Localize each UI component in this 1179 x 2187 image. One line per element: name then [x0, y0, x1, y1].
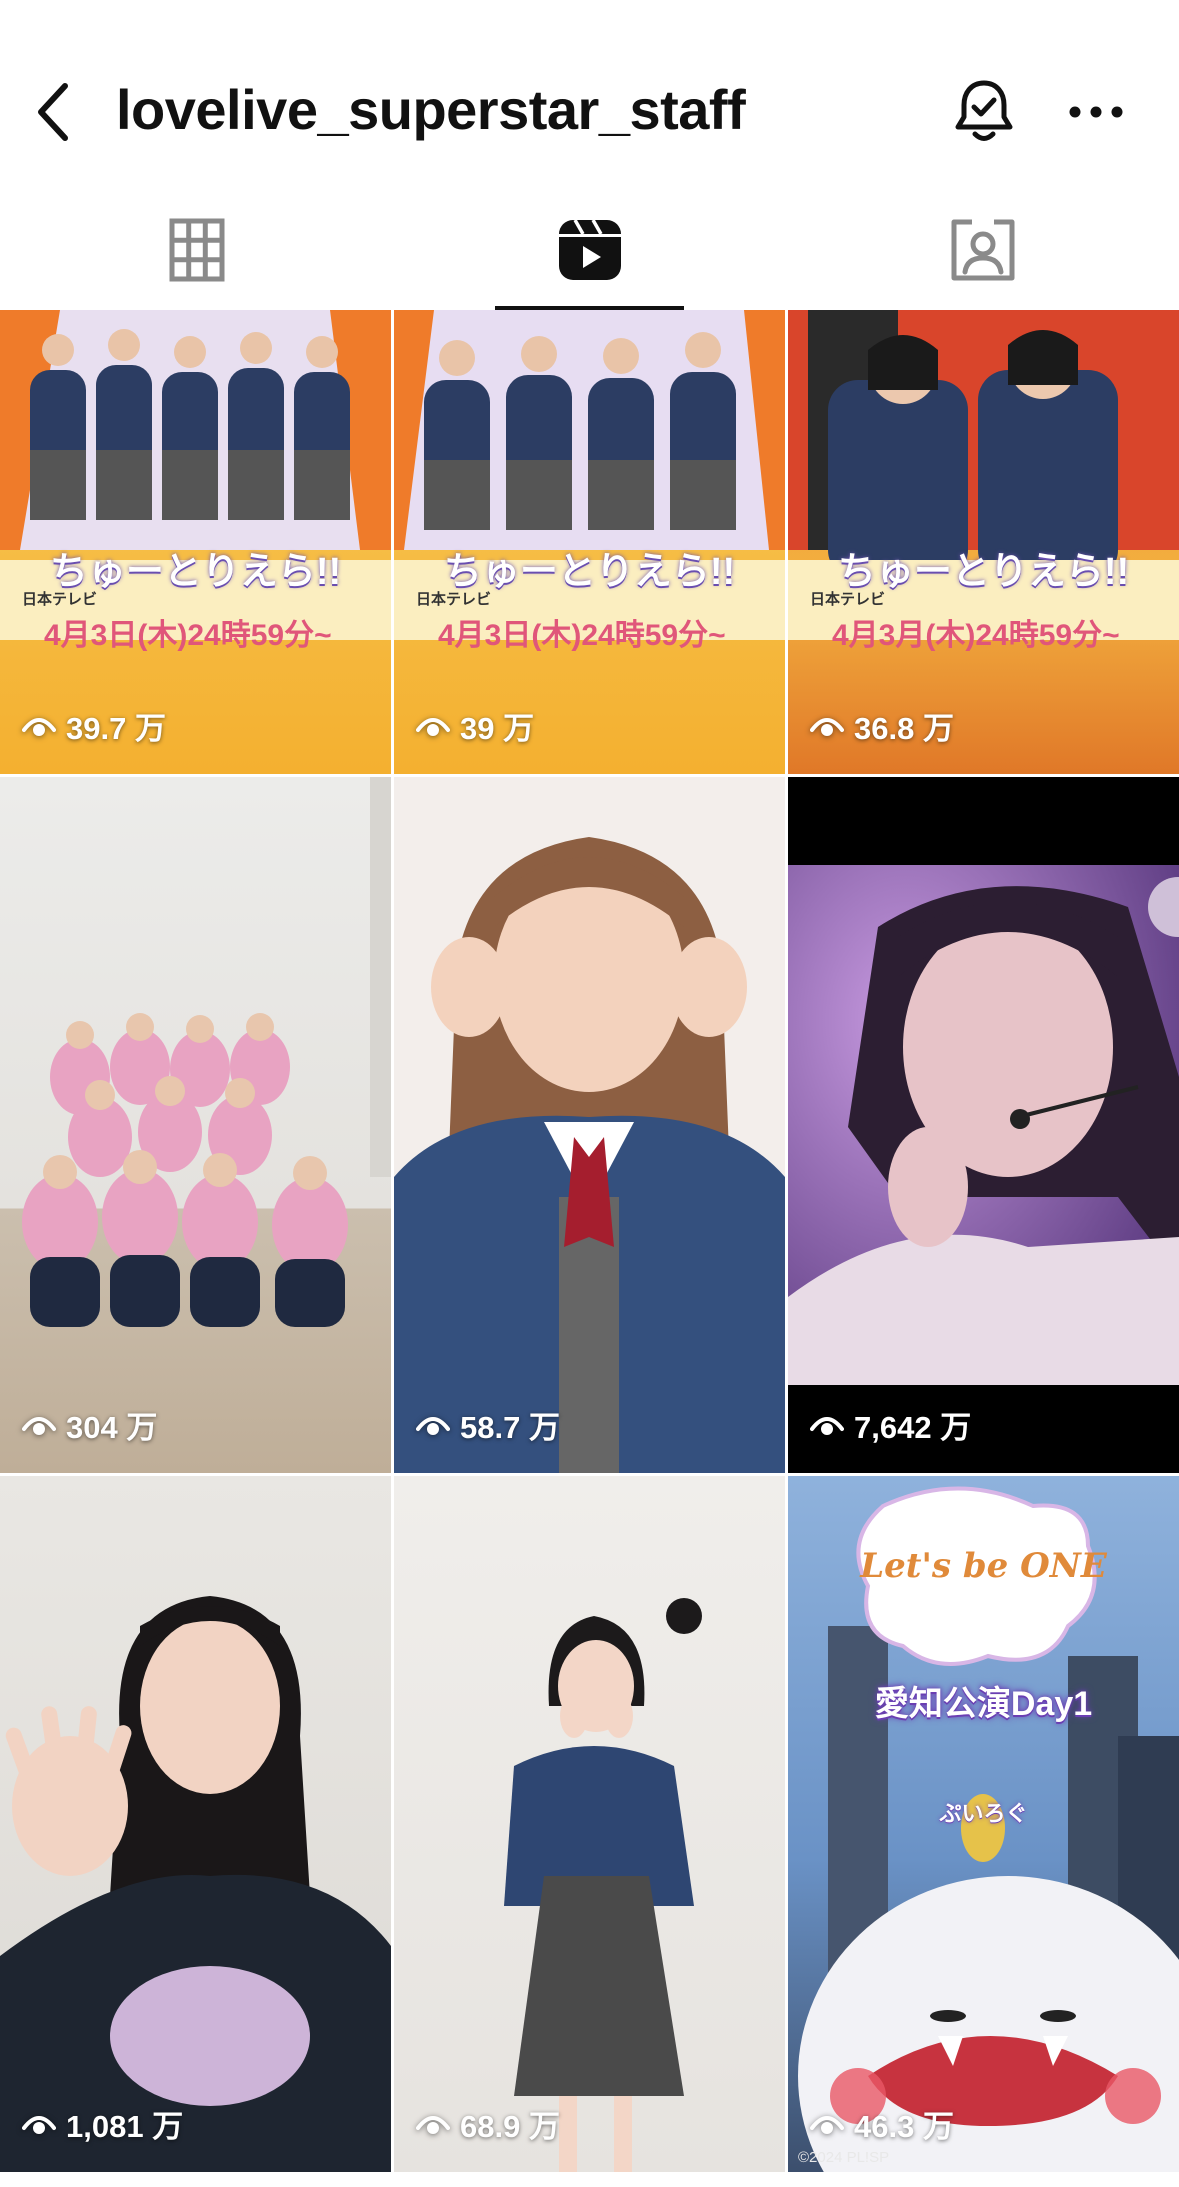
profile-username: lovelive_superstar_staff	[116, 78, 746, 141]
view-count-text: 46.3 万	[854, 2109, 954, 2144]
eye-icon	[22, 1416, 56, 1435]
tour-logo: Let's be ONE	[860, 1546, 1107, 1586]
reel-tile[interactable]: ちゅーとりえら!! 日本テレビ 4月3日(木)24時59分~ 39 万	[394, 310, 785, 774]
view-count-text: 39.7 万	[66, 711, 166, 746]
eye-icon	[810, 1416, 844, 1435]
view-count-text: 7,642 万	[854, 1410, 972, 1445]
eye-icon	[416, 2115, 450, 2134]
reel-tile[interactable]: 304 万	[0, 777, 391, 1473]
profile-header: lovelive_superstar_staff	[0, 0, 1179, 190]
air-date-text: 4月3月(木)24時59分~	[832, 619, 1120, 652]
broadcaster-label: 日本テレビ	[810, 591, 886, 608]
eye-icon	[810, 2115, 844, 2134]
view-count: 46.3 万	[810, 2101, 954, 2146]
broadcaster-label: 日本テレビ	[416, 591, 492, 608]
show-logo: ちゅーとりえら!!	[49, 551, 342, 593]
reel-tile[interactable]: Let's be ONE 愛知公演Day1 ぷいろぐ ©2024 PL!SP 4…	[788, 1476, 1179, 2172]
reel-thumbnail: Let's be ONE 愛知公演Day1 ぷいろぐ ©2024 PL!SP	[788, 1476, 1179, 2172]
air-date-text: 4月3日(木)24時59分~	[438, 619, 726, 652]
reel-thumbnail	[788, 777, 1179, 1473]
chevron-left-icon	[38, 83, 68, 141]
tab-reels[interactable]	[393, 190, 786, 310]
tab-tagged[interactable]	[786, 190, 1179, 310]
view-count-text: 304 万	[66, 1410, 158, 1445]
view-count: 58.7 万	[416, 1402, 560, 1447]
reel-tile[interactable]: 58.7 万	[394, 777, 785, 1473]
eye-icon	[416, 717, 450, 736]
view-count: 304 万	[22, 1402, 157, 1447]
reel-thumbnail	[0, 777, 391, 1473]
view-count: 68.9 万	[416, 2101, 560, 2146]
reel-tile[interactable]: ちゅーとりえら!! 日本テレビ 4月3月(木)24時59分~ 36.8 万	[788, 310, 1179, 774]
reel-sub-caption: ぷいろぐ	[939, 1801, 1028, 1826]
view-count: 39 万	[416, 703, 534, 748]
reel-tile[interactable]: ちゅーとりえら!! 日本テレビ 4月3日(木)24時59分~ 39.7 万	[0, 310, 391, 774]
reel-tile[interactable]: 68.9 万	[394, 1476, 785, 2172]
reel-thumbnail	[0, 1476, 391, 2172]
back-button[interactable]	[18, 72, 88, 152]
view-count: 1,081 万	[22, 2101, 183, 2146]
reel-caption: 愛知公演Day1	[874, 1685, 1093, 1723]
view-count: 36.8 万	[810, 703, 954, 748]
eye-icon	[22, 717, 56, 736]
broadcaster-label: 日本テレビ	[22, 591, 98, 608]
tab-posts[interactable]	[0, 190, 393, 310]
reel-tile[interactable]: 7,642 万	[788, 777, 1179, 1473]
reels-grid: ちゅーとりえら!! 日本テレビ 4月3日(木)24時59分~ 39.7 万 ちゅ…	[0, 310, 1179, 2187]
view-count: 39.7 万	[22, 703, 166, 748]
view-count-text: 39 万	[460, 711, 535, 746]
grid-icon	[169, 218, 224, 282]
view-count-text: 58.7 万	[460, 1410, 560, 1445]
view-count-text: 1,081 万	[66, 2109, 184, 2144]
notifications-button[interactable]	[946, 72, 1022, 152]
more-horizontal-icon	[1069, 106, 1123, 118]
show-logo: ちゅーとりえら!!	[443, 551, 736, 593]
tagged-icon	[951, 219, 1014, 281]
reel-thumbnail	[394, 1476, 785, 2172]
reels-icon	[558, 219, 621, 280]
reel-thumbnail	[394, 777, 785, 1473]
eye-icon	[416, 1416, 450, 1435]
view-count-text: 36.8 万	[854, 711, 954, 746]
profile-tabs	[0, 190, 1179, 310]
show-logo: ちゅーとりえら!!	[837, 551, 1130, 593]
more-options-button[interactable]	[1058, 72, 1134, 152]
reel-tile[interactable]: 1,081 万	[0, 1476, 391, 2172]
eye-icon	[22, 2115, 56, 2134]
copyright-text: ©2024 PL!SP	[798, 2149, 890, 2166]
air-date-text: 4月3日(木)24時59分~	[44, 619, 332, 652]
view-count-text: 68.9 万	[460, 2109, 560, 2144]
view-count: 7,642 万	[810, 1402, 971, 1447]
eye-icon	[810, 717, 844, 736]
bell-check-icon	[955, 80, 1013, 141]
